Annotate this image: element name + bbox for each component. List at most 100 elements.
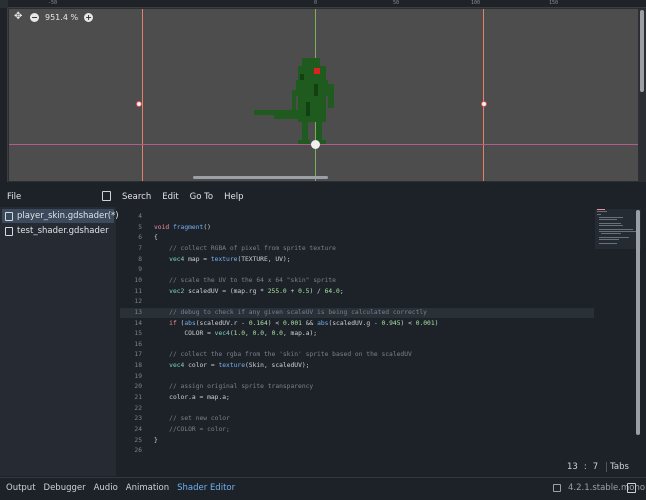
ruler-mark: 0 — [314, 0, 318, 6]
line-number: 18 — [134, 362, 142, 370]
shader-file-icon — [5, 211, 13, 221]
code-line[interactable]: 17 // collect the rgba from the 'skin' s… — [120, 350, 594, 361]
file-label: player_skin.gdshader(*) — [17, 211, 119, 221]
line-number: 6 — [138, 234, 142, 242]
line-number: 19 — [134, 372, 142, 380]
shader-editor-menu: File Search Edit Go To Help — [0, 188, 646, 206]
ruler-mark: 150 — [549, 0, 559, 6]
code-text: // assign original sprite transparency — [154, 383, 314, 391]
left-handle[interactable] — [136, 101, 142, 107]
canvas-viewport[interactable]: -50 0 50 100 150 ✥ − 951.4 % + — [0, 0, 646, 182]
code-line[interactable]: 11 vec2 scaledUV = (map.rg * 255.0 + 0.5… — [120, 287, 594, 298]
code-text: COLOR = vec4(1.0, 0.0, 0.0, map.a); — [154, 330, 318, 338]
code-line[interactable]: 10 // scale the UV to the 64 x 64 "skin"… — [120, 276, 594, 287]
code-text: color.a = map.a; — [154, 394, 230, 402]
line-number: 25 — [134, 436, 142, 444]
line-number: 7 — [138, 244, 142, 252]
code-line[interactable]: 15 COLOR = vec4(1.0, 0.0, 0.0, map.a); — [120, 329, 594, 340]
help-menu[interactable]: Help — [224, 192, 243, 202]
code-line[interactable]: 21 color.a = map.a; — [120, 393, 594, 404]
code-line[interactable]: 25} — [120, 436, 594, 447]
code-text: vec4 map = texture(TEXTURE, UV); — [169, 255, 291, 263]
bottom-panel: Output Debugger Audio Animation Shader Edito… — [0, 477, 646, 500]
file-item-test-shader[interactable]: test_shader.gdshader — [2, 224, 114, 238]
indent-mode[interactable]: Tabs — [606, 462, 629, 472]
code-line[interactable]: 13 // debug to check if any given scaleU… — [120, 307, 594, 319]
cursor-line: 13 — [567, 462, 578, 472]
panel-tab-output[interactable]: Output — [6, 483, 36, 493]
code-line[interactable]: 24 //COLOR = color; — [120, 425, 594, 436]
origin-marker — [311, 140, 320, 149]
zoom-in-button[interactable]: + — [84, 12, 94, 22]
panel-tab-debugger[interactable]: Debugger — [44, 483, 86, 493]
code-line[interactable]: 19 — [120, 372, 594, 383]
line-number: 13 — [134, 308, 142, 316]
code-line[interactable]: 14 if (abs(scaledUV.r - 0.164) < 0.001 &… — [120, 319, 594, 330]
zoom-out-button[interactable]: − — [30, 12, 39, 22]
line-number: 15 — [134, 330, 142, 338]
move-icon[interactable]: ✥ — [14, 12, 24, 22]
right-handle[interactable] — [481, 101, 487, 107]
code-line[interactable]: 23 // set new color — [120, 414, 594, 425]
pin-panel-icon[interactable] — [627, 483, 636, 493]
code-text: vec2 scaledUV = (map.rg * 255.0 + 0.5) /… — [169, 287, 344, 295]
ruler-mark: 100 — [471, 0, 481, 6]
line-number: 23 — [134, 415, 142, 423]
cursor-sep: : — [583, 462, 587, 472]
code-line[interactable]: 20 // assign original sprite transparenc… — [120, 382, 594, 393]
file-item-player-skin[interactable]: player_skin.gdshader(*) — [2, 209, 119, 223]
cursor-status: 13 : 7 Tabs — [567, 462, 629, 472]
sprite-eye — [314, 68, 320, 74]
file-label: test_shader.gdshader — [17, 226, 109, 236]
scene-canvas[interactable] — [9, 9, 638, 181]
line-number: 20 — [134, 383, 142, 391]
sprite-preview — [254, 58, 334, 144]
search-menu[interactable]: Search — [122, 192, 151, 202]
code-text: if (abs(scaledUV.r - 0.164) < 0.001 && a… — [169, 319, 439, 327]
line-number: 9 — [138, 266, 142, 274]
line-number: 26 — [134, 447, 142, 455]
code-text: void fragment() — [154, 223, 211, 231]
code-line[interactable]: 16 — [120, 340, 594, 351]
viewport-horizontal-scrollbar[interactable] — [193, 176, 328, 179]
file-menu[interactable]: File — [7, 192, 21, 202]
line-number: 11 — [134, 287, 142, 295]
line-number: 24 — [134, 426, 142, 433]
minimap-preview — [597, 209, 637, 244]
code-text: } — [154, 436, 158, 444]
code-text: // set new color — [154, 415, 230, 423]
code-text: // collect RGBA of pixel from sprite tex… — [154, 244, 336, 252]
code-text: //COLOR = color; — [154, 426, 230, 433]
line-number: 4 — [138, 213, 142, 220]
code-vertical-scrollbar[interactable] — [636, 210, 640, 435]
goto-menu[interactable]: Go To — [190, 192, 213, 202]
line-number: 14 — [134, 319, 142, 327]
version-icon — [553, 484, 561, 492]
code-line[interactable]: 4 — [120, 212, 594, 223]
panel-tab-shader-editor[interactable]: Shader Editor — [177, 483, 235, 493]
code-line[interactable]: 12 — [120, 297, 594, 308]
ruler-mark: -50 — [48, 0, 58, 6]
code-editor[interactable]: 4 5 void fragment() 6{7 // collect RGBA of … — [120, 207, 646, 455]
toggle-files-panel-icon[interactable] — [102, 191, 111, 201]
code-line[interactable]: 18 vec4 color = texture(Skin, scaledUV); — [120, 361, 594, 372]
panel-tab-animation[interactable]: Animation — [126, 483, 169, 493]
code-minimap[interactable] — [595, 209, 641, 249]
code-line[interactable]: 22 — [120, 404, 594, 415]
code-line[interactable]: 8 vec4 map = texture(TEXTURE, UV); — [120, 255, 594, 266]
code-text: // collect the rgba from the 'skin' spri… — [154, 351, 412, 359]
code-line[interactable]: 7 // collect RGBA of pixel from sprite t… — [120, 244, 594, 255]
viewport-vertical-scrollbar[interactable] — [640, 10, 644, 92]
edit-menu[interactable]: Edit — [162, 192, 178, 202]
zoom-level[interactable]: 951.4 % — [45, 13, 78, 22]
code-line[interactable]: 9 — [120, 265, 594, 276]
code-line[interactable]: 26 — [120, 446, 594, 457]
line-number: 8 — [138, 255, 142, 263]
bound-guide-left — [142, 9, 143, 181]
code-line[interactable]: 6{ — [120, 233, 594, 244]
shader-file-icon — [5, 226, 13, 236]
panel-tab-audio[interactable]: Audio — [94, 483, 118, 493]
shader-file-list: player_skin.gdshader(*) test_shader.gdsh… — [0, 207, 119, 476]
code-line[interactable]: 5 void fragment() — [120, 223, 594, 234]
cursor-column: 7 — [592, 462, 599, 472]
